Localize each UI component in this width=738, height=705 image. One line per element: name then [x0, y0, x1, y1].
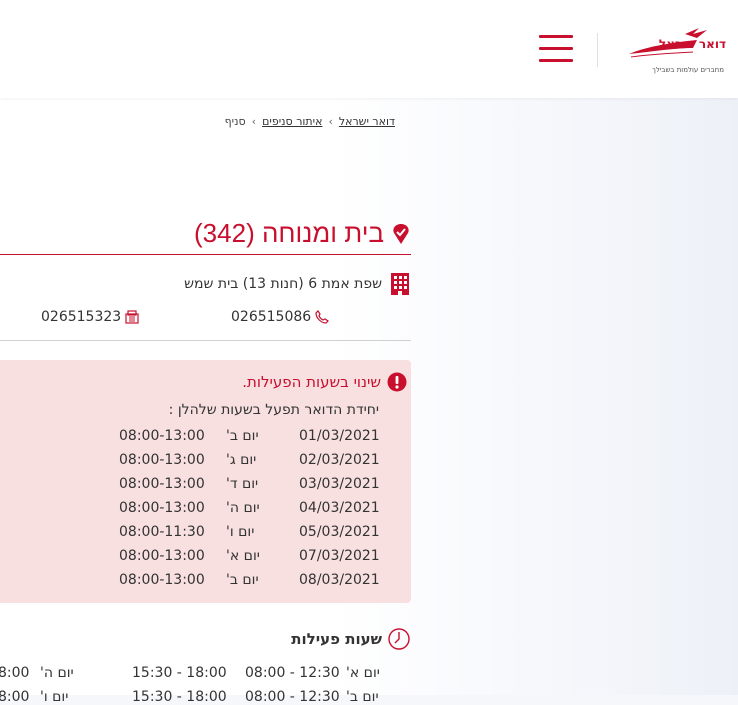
hamburger-line: [539, 47, 573, 50]
notice-date: 05/03/2021: [299, 524, 380, 540]
breadcrumb-current: סניף: [224, 115, 246, 128]
fax-number: 026515323: [41, 309, 122, 325]
logo-name: דואר ישראל: [658, 37, 726, 51]
building-icon: [391, 273, 409, 295]
notice-hours: 08:00-13:00: [119, 572, 205, 588]
hours-evening: 15:30 - 18:00: [132, 665, 227, 681]
notice-day: יום ב': [226, 428, 259, 444]
branch-title-row: בית ומנוחה (342): [194, 218, 410, 249]
notice-subtitle: יחידת הדואר תפעל בשעות שלהלן :: [168, 402, 379, 418]
address-text: שפת אמת 6 (חנות 13) בית שמש: [184, 276, 382, 292]
notice-date: 02/03/2021: [299, 452, 380, 468]
hamburger-icon: [539, 35, 573, 38]
breadcrumb: דואר ישראל › איתור סניפים › סניף: [225, 115, 395, 128]
notice-day: יום א': [226, 548, 260, 564]
fax-icon: [125, 310, 139, 324]
hours-change-notice: שינוי בשעות הפעילות. יחידת הדואר תפעל בש…: [0, 360, 411, 603]
phone-icon: [315, 310, 330, 324]
notice-hours: 08:00-13:00: [119, 452, 205, 468]
notice-header: שינוי בשעות הפעילות.: [242, 372, 407, 392]
notice-date: 08/03/2021: [299, 572, 380, 588]
menu-button[interactable]: [539, 33, 573, 65]
breadcrumb-separator: ›: [251, 115, 257, 128]
header-divider: [597, 33, 598, 67]
logo-tagline: מחברים עולמות בשבילך: [652, 66, 724, 74]
contact-divider: [0, 340, 411, 341]
page-title: בית ומנוחה (342): [194, 218, 384, 248]
hamburger-line: [539, 59, 573, 62]
notice-date: 03/03/2021: [299, 476, 380, 492]
opening-hours-header: שעות פעילות: [291, 628, 410, 650]
notice-day: יום ו': [226, 524, 255, 540]
breadcrumb-home[interactable]: דואר ישראל: [339, 115, 395, 128]
notice-hours: 08:00-11:30: [119, 524, 205, 540]
notice-title: שינוי בשעות הפעילות.: [242, 373, 381, 391]
hours-day: יום א': [346, 665, 380, 681]
notice-day: יום ד': [226, 476, 259, 492]
hours-day: יום ו': [40, 689, 69, 705]
notice-hours: 08:00-13:00: [119, 500, 205, 516]
hours-evening: 15:30 - 18:00: [132, 689, 227, 705]
breadcrumb-separator: ›: [328, 115, 333, 128]
hours-morning: 08:00 - 12:30: [245, 689, 340, 705]
notice-date: 04/03/2021: [299, 500, 380, 516]
notice-date: 07/03/2021: [299, 548, 380, 564]
phone-number: 026515086: [231, 309, 312, 325]
notice-hours: 08:00-13:00: [119, 548, 205, 564]
alert-icon: [387, 372, 407, 392]
notice-day: יום ב': [226, 572, 259, 588]
branch-address: שפת אמת 6 (חנות 13) בית שמש: [184, 272, 410, 296]
hours-morning: 8:00: [0, 665, 30, 681]
israel-post-logo[interactable]: דואר ישראל מחברים עולמות בשבילך: [627, 24, 732, 80]
hours-day: יום ב': [346, 689, 379, 705]
notice-hours: 08:00-13:00: [119, 428, 205, 444]
breadcrumb-branch-locator[interactable]: איתור סניפים: [262, 115, 322, 128]
clock-icon: [388, 628, 410, 650]
notice-day: יום ה': [226, 500, 260, 516]
notice-date: 01/03/2021: [299, 428, 380, 444]
site-header: דואר ישראל מחברים עולמות בשבילך: [0, 0, 738, 98]
hours-day: יום ה': [40, 665, 74, 681]
hours-morning: 8:00: [0, 689, 30, 705]
title-underline: [0, 254, 411, 255]
location-pin-icon: [393, 223, 409, 244]
opening-hours-title: שעות פעילות: [291, 630, 382, 648]
branch-phone[interactable]: 026515086: [231, 309, 330, 325]
hours-morning: 08:00 - 12:30: [245, 665, 340, 681]
notice-day: יום ג': [226, 452, 257, 468]
branch-fax: 026515323: [41, 309, 139, 325]
notice-hours: 08:00-13:00: [119, 476, 205, 492]
